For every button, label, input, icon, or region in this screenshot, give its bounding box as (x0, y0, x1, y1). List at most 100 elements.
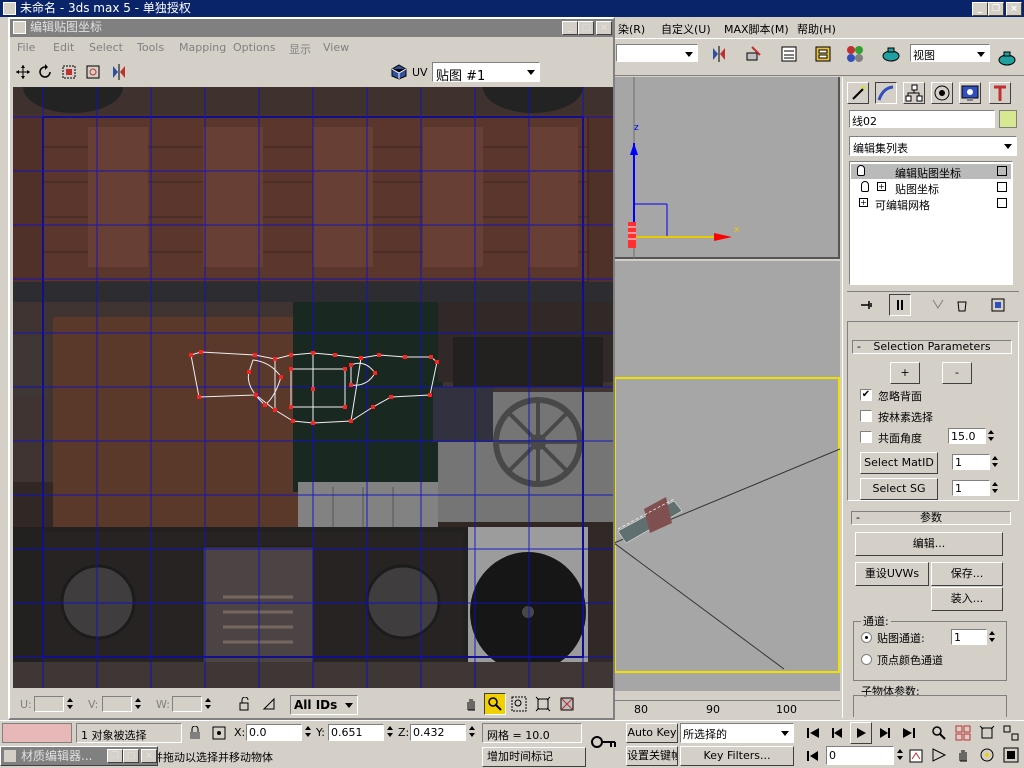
z-coord-spinner[interactable] (467, 725, 476, 739)
select-matid-button[interactable]: Select MatID (860, 452, 938, 474)
uv-mirror-icon[interactable] (108, 61, 130, 83)
shrink-selection-button[interactable]: - (942, 362, 972, 384)
uv-close-button[interactable]: × (596, 21, 612, 35)
uv-axis-label[interactable]: UV (412, 66, 428, 79)
time-config-icon[interactable] (905, 745, 927, 767)
sg-field[interactable]: 1 (952, 480, 990, 496)
uv-menu-edit[interactable]: Edit (53, 41, 74, 54)
v-field[interactable] (102, 696, 132, 712)
quick-render-icon[interactable] (996, 47, 1018, 69)
expand-plus-icon[interactable]: + (859, 198, 868, 207)
y-coord-spinner[interactable] (385, 725, 394, 739)
minimize-button[interactable]: _ (972, 2, 988, 16)
uv-canvas[interactable] (13, 87, 613, 688)
goto-end-icon[interactable] (898, 722, 920, 744)
grow-selection-button[interactable]: + (890, 362, 920, 384)
uv-minimize-button[interactable]: _ (562, 21, 578, 35)
expand-plus-icon[interactable]: + (877, 182, 886, 191)
uv-checker-icon[interactable] (388, 61, 410, 83)
map-select-combo[interactable]: 贴图 #1 (432, 62, 540, 84)
zoom-icon[interactable] (484, 693, 506, 715)
x-coord-spinner[interactable] (303, 725, 312, 739)
uv-menu-tools[interactable]: Tools (137, 41, 164, 54)
mat-maximize-button[interactable]: □ (123, 749, 139, 763)
nav-zoom-extents-all-icon[interactable] (1000, 722, 1022, 744)
render-scene-icon[interactable] (880, 43, 902, 65)
stack-item-uvw-map[interactable]: + 贴图坐标 (851, 180, 1011, 196)
create-tab-icon[interactable] (847, 82, 869, 104)
load-uvw-button[interactable]: 装入... (931, 587, 1003, 611)
object-name-field[interactable]: 线02 (849, 110, 995, 128)
vertex-color-radio[interactable] (861, 654, 872, 665)
uv-menu-file[interactable]: File (17, 41, 35, 54)
utilities-tab-icon[interactable] (989, 82, 1011, 104)
lock-selection-icon[interactable] (234, 693, 256, 715)
motion-tab-icon[interactable] (931, 82, 953, 104)
lightbulb-icon[interactable] (861, 181, 869, 192)
maxscript-listener-mini[interactable] (2, 723, 72, 743)
menu-maxscript[interactable]: MAX脚本(M) (724, 21, 789, 37)
v-spinner[interactable] (133, 697, 142, 711)
nav-arc-rotate-icon[interactable] (976, 744, 998, 766)
matid-field[interactable]: 1 (952, 454, 990, 470)
stack-item-unwrap-uvw[interactable]: 编辑贴图坐标 (851, 164, 1011, 180)
nav-fov-icon[interactable] (928, 744, 950, 766)
parameters-header[interactable]: - 参数 (851, 511, 1011, 525)
freeform-icon[interactable] (82, 61, 104, 83)
y-coord-field[interactable]: 0.651 (328, 724, 384, 741)
w-field[interactable] (172, 696, 202, 712)
uv-menu-view[interactable]: View (323, 41, 349, 54)
mat-close-button[interactable]: × (141, 749, 157, 763)
nav-pan-icon[interactable] (952, 744, 974, 766)
move-icon[interactable] (12, 61, 34, 83)
set-key-button[interactable]: 设置关键帧 (626, 746, 678, 766)
nav-zoom-all-icon[interactable] (952, 722, 974, 744)
mat-restore-button[interactable]: ❐ (107, 749, 123, 763)
by-element-checkbox[interactable] (860, 410, 872, 422)
x-coord-field[interactable]: 0.0 (246, 724, 302, 741)
object-color-swatch[interactable] (999, 110, 1017, 128)
save-uvw-button[interactable]: 保存... (931, 562, 1003, 586)
edit-uvw-button[interactable]: 编辑... (855, 532, 1003, 556)
sg-spinner[interactable] (990, 481, 999, 495)
z-coord-field[interactable]: 0.432 (410, 724, 466, 741)
uv-menu-select[interactable]: Select (89, 41, 123, 54)
modify-tab-icon[interactable] (875, 82, 897, 104)
key-filters-button[interactable]: Key Filters... (680, 746, 794, 766)
current-frame-spinner[interactable] (895, 748, 904, 762)
goto-start-icon[interactable] (802, 722, 824, 744)
align-icon[interactable] (742, 43, 764, 65)
matid-spinner[interactable] (990, 455, 999, 469)
uv-menu-display[interactable]: 显示 (289, 41, 311, 57)
uv-menu-mapping[interactable]: Mapping (179, 41, 226, 54)
key-mode-icon[interactable] (802, 745, 824, 767)
time-ruler-bar[interactable]: 80 90 100 (614, 700, 840, 718)
pin-stack-icon[interactable] (855, 294, 877, 316)
menu-render[interactable]: 染(R) (618, 21, 645, 37)
restore-button[interactable]: ❐ (988, 2, 1004, 16)
mirror-icon[interactable] (708, 43, 730, 65)
scale-icon[interactable] (58, 61, 80, 83)
modifier-list-combo[interactable]: 编辑集列表 (849, 136, 1017, 156)
u-field[interactable] (34, 696, 64, 712)
ignore-backfacing-checkbox[interactable]: ✔ (860, 389, 872, 401)
track-view-icon[interactable] (778, 43, 800, 65)
select-sg-button[interactable]: Select SG (860, 478, 938, 500)
map-channel-spinner[interactable] (987, 630, 996, 644)
rotate-icon[interactable] (34, 61, 56, 83)
zoom-region-icon[interactable] (508, 693, 530, 715)
selection-lock-icon[interactable] (184, 722, 206, 744)
planar-angle-spinner[interactable] (986, 429, 995, 443)
selection-parameters-header[interactable]: - Selection Parameters (852, 340, 1012, 354)
map-channel-field[interactable]: 1 (951, 629, 987, 645)
viewport-perspective[interactable] (614, 261, 840, 691)
auto-key-button[interactable]: Auto Key (626, 723, 678, 743)
make-unique-icon[interactable] (927, 294, 949, 316)
w-spinner[interactable] (203, 697, 212, 711)
nav-zoom-icon[interactable] (928, 722, 950, 744)
map-channel-radio[interactable] (861, 632, 872, 643)
material-editor-minimized[interactable]: 材质编辑器... ❐ □ × (0, 746, 158, 766)
display-tab-icon[interactable] (959, 82, 981, 104)
schematic-view-icon[interactable] (812, 43, 834, 65)
texture-filter-icon[interactable] (556, 693, 578, 715)
